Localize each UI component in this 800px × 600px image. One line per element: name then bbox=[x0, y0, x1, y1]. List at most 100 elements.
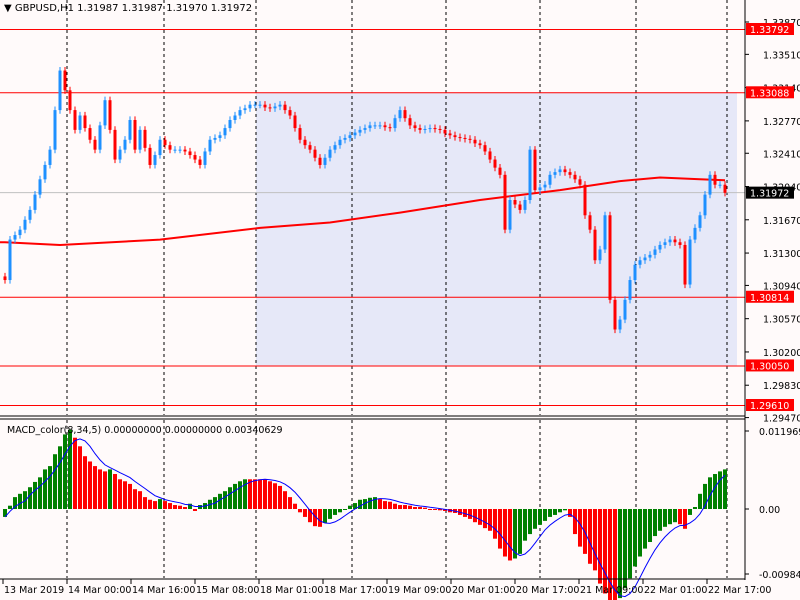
candle-body bbox=[698, 215, 702, 228]
candle-body bbox=[8, 239, 12, 281]
candle-body bbox=[723, 184, 727, 193]
histogram-bar bbox=[678, 509, 682, 525]
chart-header: ▼ GBPUSD,H1 1.31987 1.31987 1.31970 1.31… bbox=[4, 3, 252, 14]
histogram-bar bbox=[233, 483, 237, 509]
histogram-bar bbox=[398, 505, 402, 509]
histogram-bar bbox=[293, 503, 297, 509]
histogram-bar bbox=[528, 509, 532, 535]
candle-body bbox=[393, 118, 397, 129]
histogram-bar bbox=[283, 491, 287, 509]
time-axis[interactable]: 13 Mar 2019 14 Mar 00:00 14 Mar 16:00 15 Ma… bbox=[2, 579, 771, 596]
price-zone-rectangle[interactable] bbox=[256, 92, 737, 366]
candle-body bbox=[398, 110, 402, 119]
price-tick-label: 1.30200 bbox=[763, 348, 800, 359]
candle-body bbox=[263, 104, 267, 108]
triangle-down-icon[interactable]: ▼ bbox=[4, 3, 12, 14]
current-price-label: 1.31972 bbox=[750, 189, 789, 200]
candle-body bbox=[73, 110, 77, 130]
price-axis[interactable]: 1.338701.335101.331401.327701.324101.320… bbox=[745, 18, 800, 425]
time-tick-label: 22 Mar 01:00 bbox=[644, 585, 707, 596]
candle-body bbox=[693, 227, 697, 240]
histogram-bar bbox=[288, 497, 292, 509]
level-price-label: 1.30050 bbox=[750, 361, 789, 372]
histogram-bar bbox=[53, 454, 57, 509]
candle-body bbox=[203, 151, 207, 165]
histogram-bar bbox=[68, 429, 72, 509]
histogram-bar bbox=[633, 509, 637, 567]
candle-body bbox=[503, 174, 507, 230]
candle-body bbox=[128, 119, 132, 140]
macd-axis: 0.0119691 0.00 -0.009845 bbox=[745, 427, 800, 581]
histogram-bar bbox=[153, 501, 157, 509]
histogram-bar bbox=[663, 509, 667, 527]
histogram-bar bbox=[63, 434, 67, 509]
candle-body bbox=[343, 137, 347, 140]
histogram-bar bbox=[348, 505, 352, 509]
candle-body bbox=[423, 128, 427, 130]
candle-body bbox=[468, 138, 472, 140]
price-tick-label: 1.30570 bbox=[763, 315, 800, 326]
histogram-bar bbox=[263, 479, 267, 509]
histogram-bar bbox=[103, 471, 107, 509]
candle-body bbox=[283, 104, 287, 111]
histogram-bar bbox=[508, 509, 512, 561]
histogram-bar bbox=[73, 437, 77, 509]
candle-body bbox=[433, 128, 437, 130]
candle-body bbox=[88, 128, 92, 140]
histogram-bar bbox=[333, 509, 337, 515]
histogram-bar bbox=[163, 501, 167, 509]
histogram-bar bbox=[253, 479, 257, 509]
time-tick-label: 21 Mar 09:00 bbox=[580, 585, 643, 596]
histogram-bar bbox=[148, 499, 152, 509]
candle-body bbox=[208, 139, 212, 152]
candle-body bbox=[193, 155, 197, 160]
histogram-bar bbox=[258, 479, 262, 509]
candle-body bbox=[388, 127, 392, 129]
histogram-bar bbox=[18, 493, 22, 509]
candle-body bbox=[323, 157, 327, 165]
time-tick-label: 14 Mar 16:00 bbox=[132, 585, 195, 596]
candle-body bbox=[713, 174, 717, 185]
histogram-bar bbox=[323, 509, 327, 523]
histogram-bar bbox=[668, 509, 672, 525]
candle-body bbox=[13, 235, 17, 240]
candle-body bbox=[368, 125, 372, 129]
candle-body bbox=[703, 194, 707, 216]
candle-body bbox=[328, 149, 332, 158]
histogram-bar bbox=[88, 461, 92, 509]
chart-canvas[interactable]: 1.338701.335101.331401.327701.324101.320… bbox=[0, 0, 800, 600]
candle-body bbox=[598, 249, 602, 261]
histogram-bar bbox=[683, 509, 687, 529]
histogram-bar bbox=[223, 491, 227, 509]
histogram-bar bbox=[498, 509, 502, 549]
candle-body bbox=[238, 110, 242, 116]
histogram-bar bbox=[488, 509, 492, 531]
histogram-bar bbox=[548, 509, 552, 517]
histogram-bar bbox=[468, 509, 472, 519]
price-tick-label: 1.31670 bbox=[763, 216, 800, 227]
histogram-bar bbox=[248, 479, 252, 509]
candle-body bbox=[348, 135, 352, 138]
candle-body bbox=[248, 104, 252, 109]
candle-body bbox=[188, 151, 192, 156]
histogram-bar bbox=[503, 509, 507, 557]
candle-body bbox=[568, 172, 572, 175]
histogram-bar bbox=[558, 509, 562, 513]
candle-body bbox=[413, 125, 417, 129]
candle-body bbox=[68, 90, 72, 111]
candle-body bbox=[573, 174, 577, 180]
candle-body bbox=[408, 118, 412, 126]
candle-body bbox=[668, 239, 672, 243]
histogram-bar bbox=[593, 509, 597, 571]
price-tick-label: 1.29470 bbox=[763, 414, 800, 425]
candle-body bbox=[258, 104, 262, 106]
histogram-bar bbox=[623, 509, 627, 589]
candle-body bbox=[673, 239, 677, 243]
candle-body bbox=[438, 128, 442, 130]
histogram-bar bbox=[658, 509, 662, 531]
candle-body bbox=[463, 137, 467, 139]
candle-body bbox=[198, 159, 202, 165]
time-tick-label: 18 Mar 01:00 bbox=[260, 585, 323, 596]
candle-body bbox=[313, 149, 317, 158]
macd-histogram bbox=[3, 429, 727, 600]
